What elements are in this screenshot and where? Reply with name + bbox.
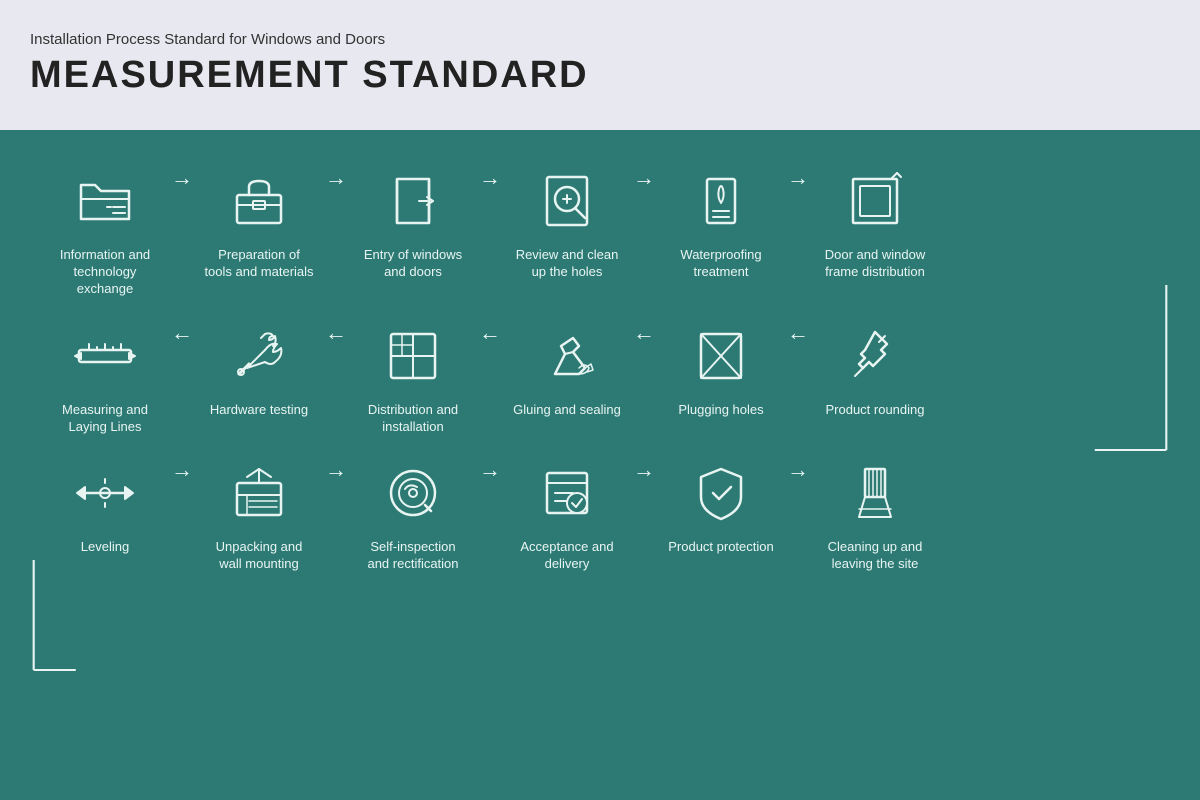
accept-icon xyxy=(531,457,603,529)
waterproof-icon xyxy=(685,165,757,237)
unpack-icon xyxy=(223,457,295,529)
wrench-icon xyxy=(223,320,295,392)
main-content: Information and technology exchange → Pr… xyxy=(0,130,1200,800)
step-cleanup: Cleaning up and leaving the site xyxy=(815,457,935,573)
step-plugging: Plugging holes xyxy=(661,320,781,419)
step-label-waterproofing: Waterproofing treatment xyxy=(666,247,776,281)
header-subtitle: Installation Process Standard for Window… xyxy=(30,31,1170,48)
step-acceptance: Acceptance and delivery xyxy=(507,457,627,573)
inspect-icon xyxy=(377,457,449,529)
frame-icon xyxy=(839,165,911,237)
arrow2: → xyxy=(325,165,347,191)
step-label-unpacking: Unpacking and wall mounting xyxy=(204,539,314,573)
step-info-exchange: Information and technology exchange xyxy=(45,165,165,298)
pin-icon xyxy=(839,320,911,392)
arrow1: → xyxy=(171,165,193,191)
door-entry-icon xyxy=(377,165,449,237)
step-gluing: Gluing and sealing xyxy=(507,320,627,419)
arrow10-left: ← xyxy=(787,320,809,346)
glue-icon xyxy=(531,320,603,392)
step-label-prep-tools: Preparation of tools and materials xyxy=(204,247,314,281)
arrow5: → xyxy=(787,165,809,191)
step-distribution: Distribution and installation xyxy=(353,320,473,436)
step-label-cleanup: Cleaning up and leaving the site xyxy=(820,539,930,573)
arrow15: → xyxy=(787,457,809,483)
step-label-leveling: Leveling xyxy=(81,539,129,556)
arrow11: → xyxy=(171,457,193,483)
header-title: MEASUREMENT STANDARD xyxy=(30,54,1170,97)
step-label-protection: Product protection xyxy=(668,539,774,556)
step-leveling: Leveling xyxy=(45,457,165,556)
arrow6-left: ← xyxy=(171,320,193,346)
step-label-review-holes: Review and clean up the holes xyxy=(512,247,622,281)
step-label-gluing: Gluing and sealing xyxy=(513,402,621,419)
arrow14: → xyxy=(633,457,655,483)
step-unpacking: Unpacking and wall mounting xyxy=(199,457,319,573)
step-rounding: Product rounding xyxy=(815,320,935,419)
step-label-distribution: Distribution and installation xyxy=(358,402,468,436)
arrow4: → xyxy=(633,165,655,191)
step-protection: Product protection xyxy=(661,457,781,556)
header: Installation Process Standard for Window… xyxy=(0,0,1200,130)
step-hardware: Hardware testing xyxy=(199,320,319,419)
step-label-acceptance: Acceptance and delivery xyxy=(512,539,622,573)
arrow12: → xyxy=(325,457,347,483)
step-prep-tools: Preparation of tools and materials xyxy=(199,165,319,281)
row2: Measuring and Laying Lines ← Hardware te… xyxy=(45,320,1170,436)
arrow3: → xyxy=(479,165,501,191)
clean-icon xyxy=(839,457,911,529)
arrow9-left: ← xyxy=(633,320,655,346)
measure-icon xyxy=(69,320,141,392)
step-label-entry-windows: Entry of windows and doors xyxy=(358,247,468,281)
arrow7-left: ← xyxy=(325,320,347,346)
level-icon xyxy=(69,457,141,529)
step-frame-dist: Door and window frame distribution xyxy=(815,165,935,281)
step-entry-windows: Entry of windows and doors xyxy=(353,165,473,281)
protect-icon xyxy=(685,457,757,529)
step-label-frame-dist: Door and window frame distribution xyxy=(820,247,930,281)
folder-icon xyxy=(69,165,141,237)
step-label-hardware: Hardware testing xyxy=(210,402,308,419)
magnify-icon xyxy=(531,165,603,237)
step-label-info-exchange: Information and technology exchange xyxy=(50,247,160,298)
step-waterproofing: Waterproofing treatment xyxy=(661,165,781,281)
row3: Leveling → Unpacking and wall mounting → xyxy=(45,457,1170,573)
grid-icon xyxy=(377,320,449,392)
step-label-rounding: Product rounding xyxy=(825,402,924,419)
row1: Information and technology exchange → Pr… xyxy=(45,165,1170,298)
plug-icon xyxy=(685,320,757,392)
arrow13: → xyxy=(479,457,501,483)
step-label-measuring: Measuring and Laying Lines xyxy=(50,402,160,436)
step-inspection: Self-inspection and rectification xyxy=(353,457,473,573)
step-label-inspection: Self-inspection and rectification xyxy=(358,539,468,573)
arrow8-left: ← xyxy=(479,320,501,346)
step-label-plugging: Plugging holes xyxy=(678,402,763,419)
step-measuring: Measuring and Laying Lines xyxy=(45,320,165,436)
step-review-holes: Review and clean up the holes xyxy=(507,165,627,281)
toolbox-icon xyxy=(223,165,295,237)
